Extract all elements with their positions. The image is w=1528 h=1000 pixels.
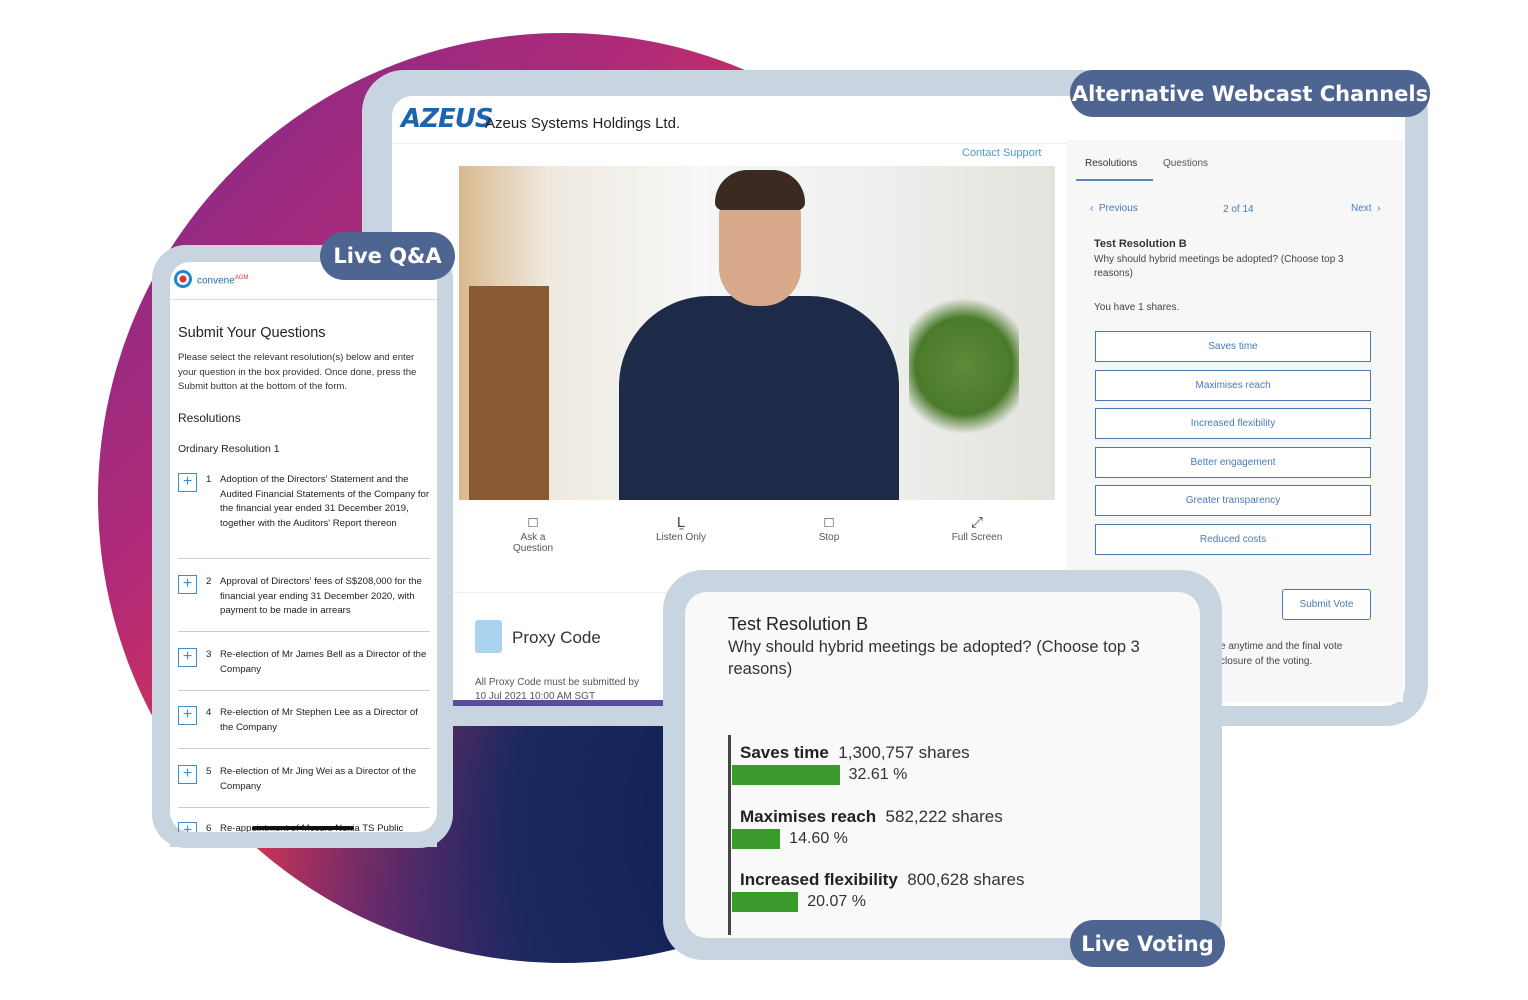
resolution-question: Why should hybrid meetings be adopted? (… <box>1094 254 1344 279</box>
vote-option-button[interactable]: Increased flexibility <box>1095 408 1371 439</box>
qa-intro: Please select the relevant resolution(s)… <box>178 352 417 392</box>
add-resolution-checkbox[interactable]: + <box>178 648 197 667</box>
video-player[interactable] <box>459 166 1055 500</box>
vote-option-button[interactable]: Better engagement <box>1095 446 1371 478</box>
qa-group-title: Ordinary Resolution 1 <box>178 443 280 455</box>
resolution-text: Re-election of Mr Stephen Lee as a Direc… <box>220 707 418 733</box>
resolution-item: +2 Approval of Directors' fees of S$208,0… <box>178 575 430 632</box>
result-label: Saves time 1,300,757 shares <box>740 743 970 763</box>
headphones-icon: Ḻ <box>676 514 686 531</box>
azeus-logo: AZEUS <box>401 104 494 134</box>
resolution-item: +5 Re-election of Mr Jing Wei as a Direct… <box>178 765 430 808</box>
voting-question: Why should hybrid meetings be adopted? (… <box>728 638 1140 678</box>
resolution-text: Re-election of Mr Jing Wei as a Director… <box>220 766 417 792</box>
proxy-code-title: Proxy Code <box>512 628 601 647</box>
listen-only-button[interactable]: Ḻ Listen Only <box>636 514 726 543</box>
resolution-item: +4 Re-election of Mr Stephen Lee as a Dir… <box>178 706 430 749</box>
home-indicator <box>252 826 354 830</box>
full-screen-label: Full Screen <box>951 532 1003 543</box>
resolution-item: +1 Adoption of the Directors' Statement a… <box>178 473 430 559</box>
badge-live-qa: Live Q&A <box>320 232 455 280</box>
resolution-number: 6 <box>206 823 212 832</box>
result-bar <box>732 892 799 912</box>
brand-name: convene <box>197 275 235 287</box>
result-label: Maximises reach 582,222 shares <box>740 807 1003 827</box>
ask-question-button[interactable]: □ Ask a Question <box>488 514 578 554</box>
vote-option-button[interactable]: Maximises reach <box>1095 369 1371 401</box>
next-label: Next <box>1351 203 1372 214</box>
result-percent: 32.61 % <box>848 766 908 783</box>
resolution-text: Adoption of the Directors' Statement and… <box>220 474 430 529</box>
result-percent: 20.07 % <box>807 893 866 910</box>
video-presenter-hair <box>715 170 805 210</box>
qa-title: Submit Your Questions <box>178 325 326 341</box>
vote-option-button[interactable]: Greater transparency <box>1095 485 1371 516</box>
result-option: Increased flexibility <box>740 870 898 889</box>
full-screen-button[interactable]: ⤢ Full Screen <box>932 514 1022 543</box>
company-name: Azeus Systems Holdings Ltd. <box>485 115 681 132</box>
tab-resolutions[interactable]: Resolutions <box>1085 158 1137 169</box>
add-resolution-checkbox[interactable]: + <box>178 575 197 594</box>
voting-title: Test Resolution B <box>728 614 869 634</box>
resolution-number: 4 <box>206 707 212 718</box>
resolution-text: Approval of Directors' fees of S$208,000… <box>220 576 422 616</box>
stop-button[interactable]: □ Stop <box>784 514 874 543</box>
result-percent: 14.60 % <box>789 829 848 847</box>
previous-button[interactable]: ‹ Previous <box>1090 203 1138 214</box>
resolution-number: 2 <box>206 576 212 587</box>
stop-label: Stop <box>818 532 840 543</box>
fullscreen-icon: ⤢ <box>970 514 983 531</box>
result-option: Saves time <box>740 743 829 762</box>
vote-option-button[interactable]: Reduced costs <box>1095 523 1371 555</box>
resolution-number: 1 <box>206 474 212 485</box>
chart-axis <box>728 735 731 935</box>
submit-vote-button[interactable]: Submit Vote <box>1282 589 1371 620</box>
resolution-title: Test Resolution B <box>1094 238 1187 250</box>
next-button[interactable]: Next › <box>1351 203 1380 214</box>
video-plant <box>909 286 1019 446</box>
video-presenter-suit <box>619 296 899 500</box>
result-shares: 800,628 shares <box>907 870 1025 889</box>
convene-logo-icon <box>174 270 192 288</box>
vote-note: e anytime and the final vote <box>1220 641 1343 652</box>
add-resolution-checkbox[interactable]: + <box>178 473 197 492</box>
qa-section-title: Resolutions <box>178 411 241 425</box>
tab-questions[interactable]: Questions <box>1163 158 1208 169</box>
badge-alternative-webcast: Alternative Webcast Channels <box>1070 70 1430 117</box>
convene-logo: conveneAGM <box>197 275 248 286</box>
active-tab-indicator <box>1076 179 1153 181</box>
resolution-item: +3 Re-election of Mr James Bell as a Dire… <box>178 648 430 691</box>
add-resolution-checkbox[interactable]: + <box>178 765 197 784</box>
badge-live-voting: Live Voting <box>1070 920 1225 967</box>
chevron-left-icon: ‹ <box>1090 203 1099 214</box>
proxy-code-text: All Proxy Code must be submitted by <box>475 677 639 688</box>
result-label: Increased flexibility 800,628 shares <box>740 870 1024 890</box>
ask-question-label: Ask a Question <box>512 532 554 554</box>
ask-question-icon: □ <box>528 514 538 531</box>
resolution-text: Re-election of Mr James Bell as a Direct… <box>220 649 427 675</box>
shares-text: You have 1 shares. <box>1094 302 1180 313</box>
document-icon <box>475 620 502 653</box>
vote-option-button[interactable]: Saves time <box>1095 331 1371 362</box>
result-bar <box>732 828 781 849</box>
chevron-right-icon: › <box>1371 203 1381 214</box>
brand-sup: AGM <box>234 275 249 281</box>
page-indicator: 2 of 14 <box>1223 204 1254 215</box>
resolution-number: 3 <box>206 649 212 660</box>
add-resolution-checkbox[interactable]: + <box>178 822 197 832</box>
add-resolution-checkbox[interactable]: + <box>178 706 197 725</box>
resolution-number: 5 <box>206 766 212 777</box>
qa-frame-bottom <box>170 833 437 847</box>
previous-label: Previous <box>1098 203 1138 214</box>
divider <box>453 700 665 706</box>
result-shares: 1,300,757 shares <box>838 743 970 762</box>
result-option: Maximises reach <box>740 806 877 826</box>
result-shares: 582,222 shares <box>885 806 1003 826</box>
contact-support-link[interactable]: Contact Support <box>962 147 1042 159</box>
listen-only-label: Listen Only <box>655 532 707 543</box>
vote-note: closure of the voting. <box>1220 656 1313 667</box>
stop-icon: □ <box>824 514 834 531</box>
video-cabinet <box>469 286 549 500</box>
result-bar <box>732 765 840 785</box>
